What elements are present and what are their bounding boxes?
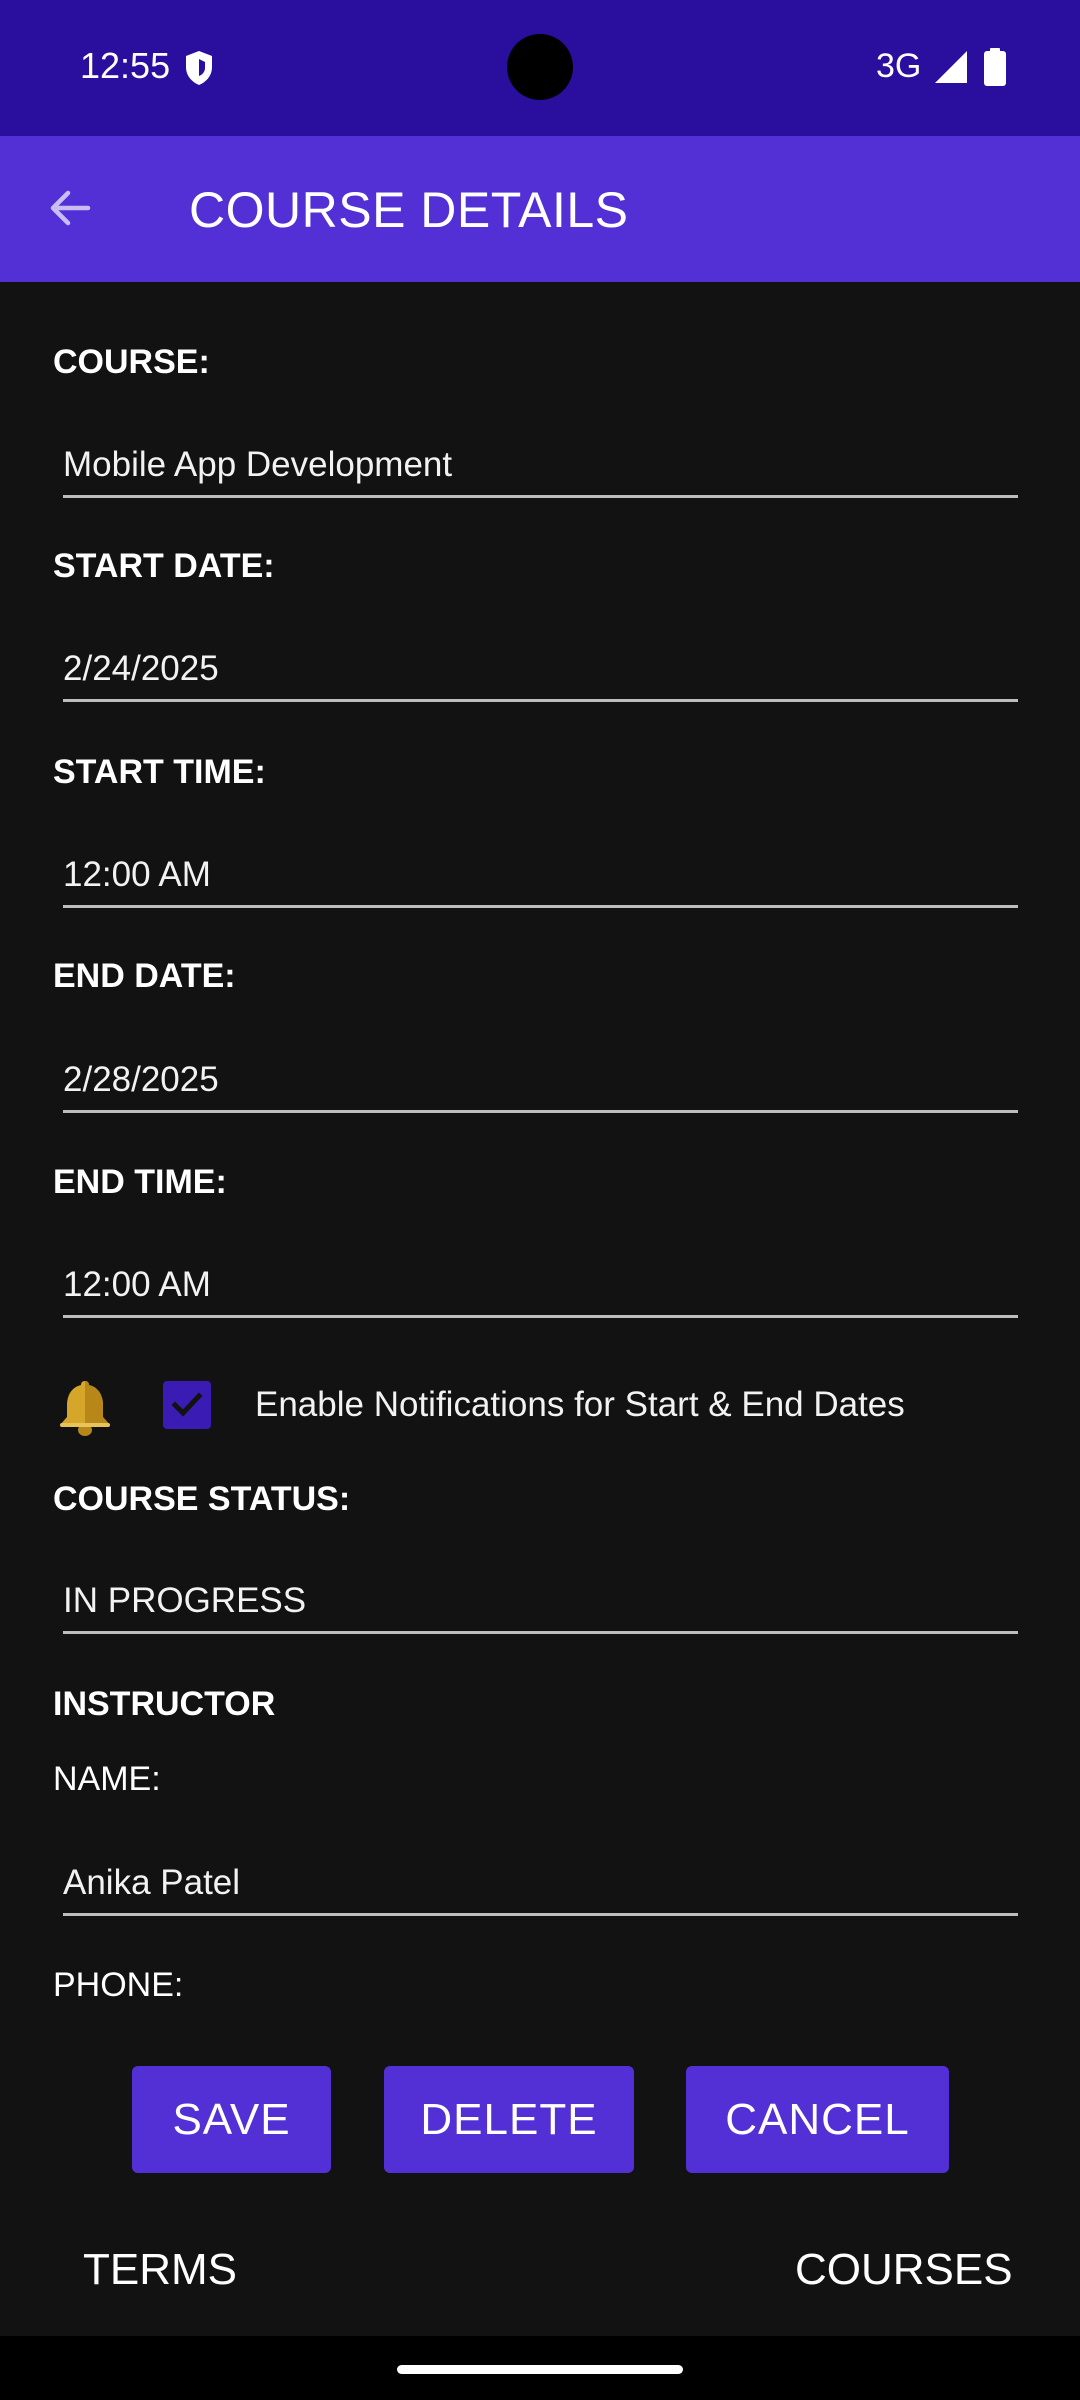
- instructor-name-field[interactable]: Anika Patel: [63, 1849, 1018, 1916]
- notifications-checkbox[interactable]: [163, 1381, 211, 1429]
- instructor-name-value: Anika Patel: [63, 1863, 241, 1902]
- check-icon: [171, 1392, 203, 1417]
- notifications-label[interactable]: Enable Notifications for Start & End Dat…: [255, 1383, 905, 1427]
- end-time-value: 12:00 AM: [63, 1265, 211, 1304]
- course-field[interactable]: Mobile App Development: [63, 431, 1018, 498]
- start-date-field[interactable]: 2/24/2025: [63, 635, 1018, 702]
- end-date-value: 2/28/2025: [63, 1060, 219, 1099]
- start-time-field[interactable]: 12:00 AM: [63, 841, 1018, 908]
- instructor-name-label: NAME:: [53, 1760, 161, 1798]
- delete-button[interactable]: DELETE: [384, 2066, 634, 2173]
- courses-link[interactable]: COURSES: [795, 2244, 1013, 2296]
- end-date-label: END DATE:: [53, 957, 236, 995]
- app-bar: COURSE DETAILS: [0, 136, 1080, 282]
- instructor-phone-label: PHONE:: [53, 1966, 184, 2004]
- end-time-label: END TIME:: [53, 1163, 227, 1201]
- instructor-heading: INSTRUCTOR: [53, 1685, 276, 1723]
- network-type: 3G: [876, 47, 922, 85]
- course-status-label: COURSE STATUS:: [53, 1480, 351, 1518]
- camera-cutout: [507, 34, 573, 100]
- home-indicator[interactable]: [397, 2365, 683, 2374]
- terms-link[interactable]: TERMS: [83, 2244, 237, 2296]
- arrow-left-icon[interactable]: [42, 180, 98, 236]
- start-date-label: START DATE:: [53, 547, 275, 585]
- course-value: Mobile App Development: [63, 445, 453, 484]
- signal-icon: [935, 51, 967, 83]
- shield-icon: [186, 51, 212, 85]
- end-time-field[interactable]: 12:00 AM: [63, 1251, 1018, 1318]
- battery-icon: [984, 48, 1006, 86]
- status-time: 12:55: [80, 45, 171, 86]
- course-status-field[interactable]: IN PROGRESS: [63, 1567, 1018, 1634]
- page-title: COURSE DETAILS: [189, 182, 629, 238]
- start-time-label: START TIME:: [53, 753, 266, 791]
- start-time-value: 12:00 AM: [63, 855, 211, 894]
- system-nav-bar: [0, 2336, 1080, 2400]
- bell-icon: [60, 1381, 110, 1436]
- status-bar: 12:55 3G: [0, 0, 1080, 136]
- cancel-button[interactable]: CANCEL: [686, 2066, 949, 2173]
- start-date-value: 2/24/2025: [63, 649, 219, 688]
- save-button[interactable]: SAVE: [132, 2066, 331, 2173]
- course-status-value: IN PROGRESS: [63, 1581, 307, 1620]
- end-date-field[interactable]: 2/28/2025: [63, 1046, 1018, 1113]
- course-label: COURSE:: [53, 343, 210, 381]
